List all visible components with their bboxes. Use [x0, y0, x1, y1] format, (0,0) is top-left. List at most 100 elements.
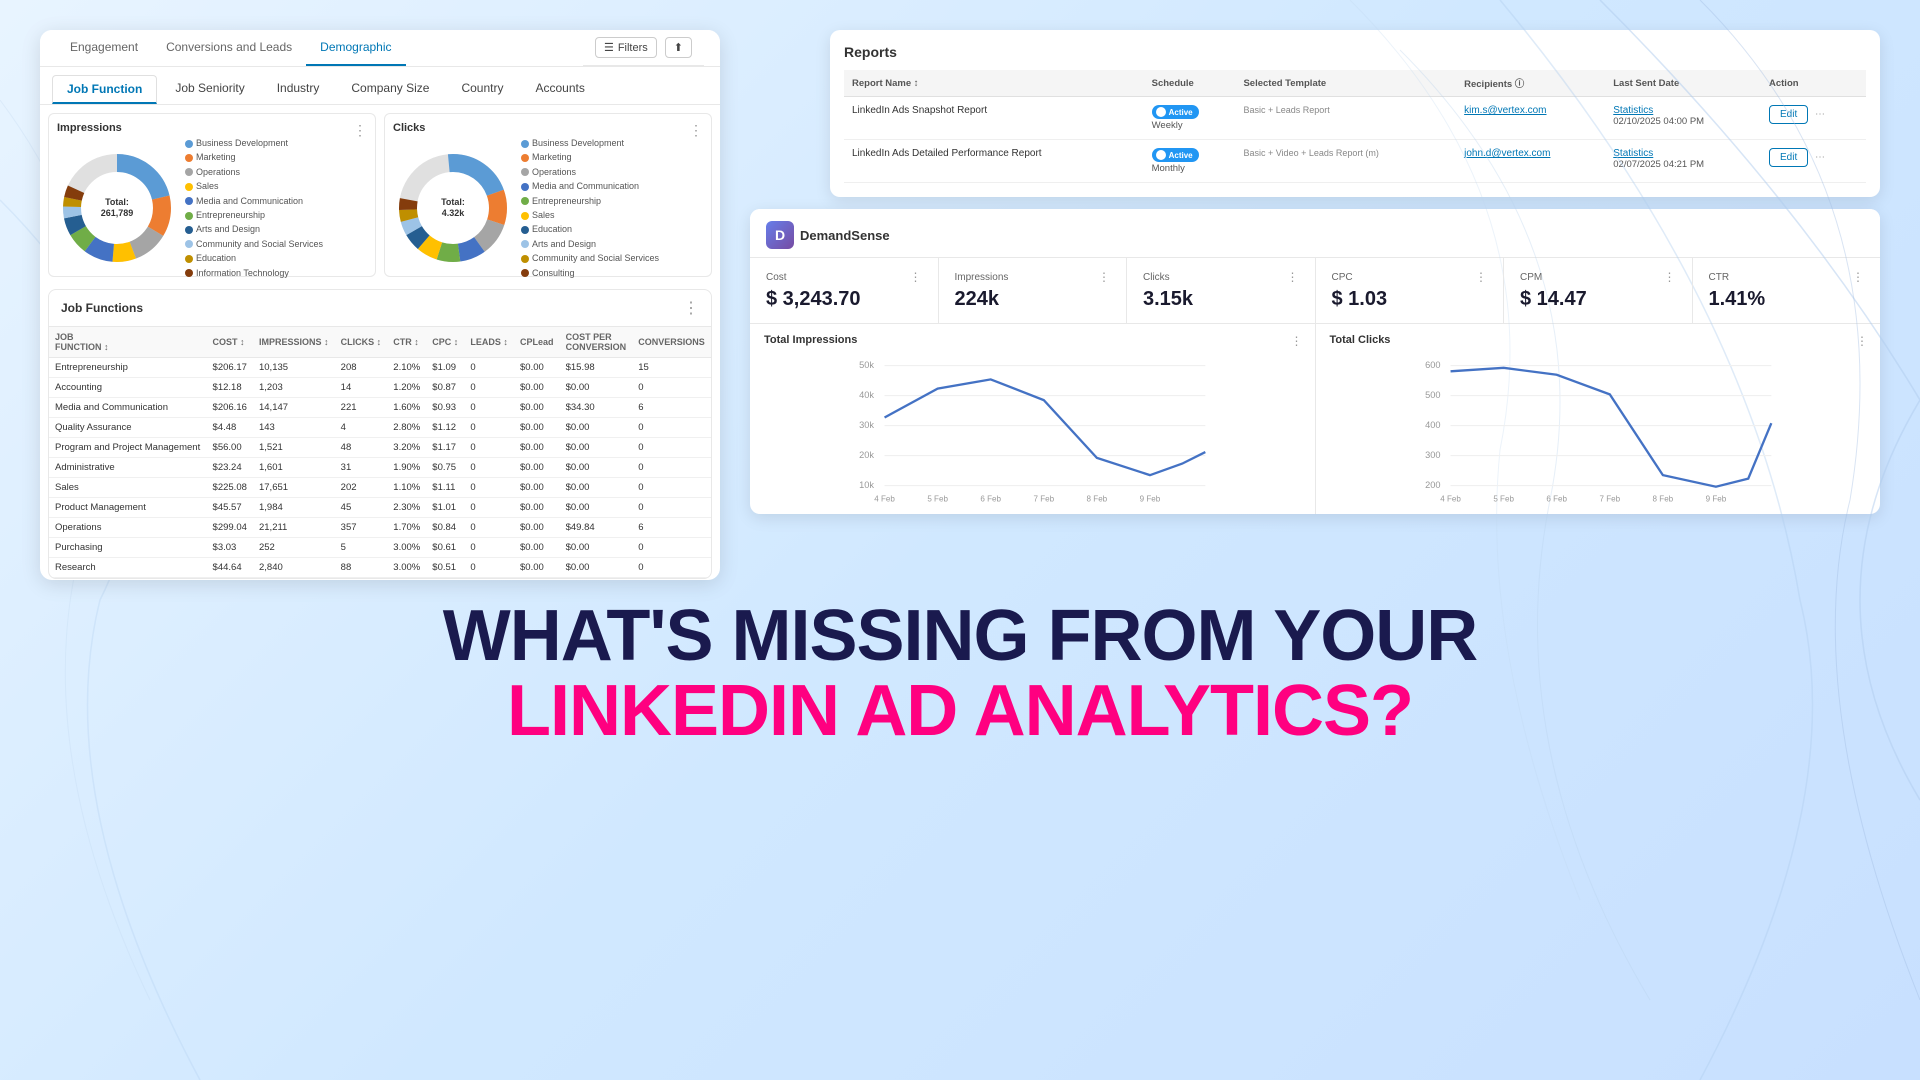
table-cell: $0.75 — [426, 458, 464, 478]
table-cell: $1.01 — [426, 498, 464, 518]
table-cell: $34.30 — [560, 398, 633, 418]
table-cell: Purchasing — [49, 538, 207, 558]
table-cell: $0.00 — [560, 538, 633, 558]
impressions-chart: Impressions ⋮ — [48, 113, 376, 277]
svg-text:40k: 40k — [859, 390, 874, 400]
metric-cpc-label: CPC — [1332, 272, 1353, 283]
table-cell: $0.00 — [514, 498, 560, 518]
report-2-name: LinkedIn Ads Detailed Performance Report — [852, 148, 1136, 159]
tab-conversions[interactable]: Conversions and Leads — [152, 30, 306, 66]
tab-demographic[interactable]: Demographic — [306, 30, 405, 66]
filters-button[interactable]: ☰ Filters — [595, 37, 657, 58]
col-template: Selected Template — [1235, 70, 1456, 97]
col-ctr: CTR ↕ — [387, 327, 426, 358]
table-row: Entrepreneurship$206.1710,1352082.10%$1.… — [49, 358, 711, 378]
table-cell: $0.84 — [426, 518, 464, 538]
table-cell: $49.84 — [560, 518, 633, 538]
table-cell: $0.00 — [514, 458, 560, 478]
table-cell: 0 — [464, 558, 514, 578]
table-row: Sales$225.0817,6512021.10%$1.110$0.00$0.… — [49, 478, 711, 498]
metric-cpm-more[interactable]: ⋮ — [1664, 270, 1676, 284]
svg-text:200: 200 — [1425, 480, 1440, 490]
table-cell: 0 — [464, 498, 514, 518]
metric-impressions: Impressions ⋮ 224k — [939, 258, 1128, 323]
table-cell: $0.00 — [514, 558, 560, 578]
sub-tab-job-seniority[interactable]: Job Seniority — [161, 75, 258, 104]
table-cell: 15 — [632, 358, 711, 378]
report-1-recipient[interactable]: kim.s@vertex.com — [1464, 105, 1597, 116]
clicks-more-button[interactable]: ⋮ — [689, 122, 703, 139]
table-cell: 88 — [335, 558, 388, 578]
table-cell: Operations — [49, 518, 207, 538]
table-cell: $15.98 — [560, 358, 633, 378]
report-1-edit-button[interactable]: Edit — [1769, 105, 1808, 124]
table-cell: 357 — [335, 518, 388, 538]
report-2-statistics[interactable]: Statistics — [1613, 148, 1753, 159]
metric-cpc: CPC ⋮ $ 1.03 — [1316, 258, 1505, 323]
svg-text:8 Feb: 8 Feb — [1652, 495, 1673, 504]
table-cell: 202 — [335, 478, 388, 498]
table-cell: $206.17 — [207, 358, 253, 378]
report-1-status-badge[interactable]: Active — [1152, 105, 1199, 119]
reports-panel: Reports Report Name ↕ Schedule Selected … — [830, 30, 1880, 197]
total-impressions-chart: Total Impressions ⋮ 50k 40k 30k 20k 10k — [750, 324, 1316, 514]
impressions-donut-chart: Total: 261,789 — [57, 148, 177, 268]
table-cell: 14 — [335, 378, 388, 398]
svg-text:4 Feb: 4 Feb — [1440, 495, 1461, 504]
table-cell: 0 — [632, 438, 711, 458]
report-2-more-button[interactable]: ⋯ — [1815, 152, 1825, 163]
metric-clicks-more[interactable]: ⋮ — [1287, 270, 1299, 284]
job-functions-more-button[interactable]: ⋮ — [683, 298, 699, 318]
table-row: Operations$299.0421,2113571.70%$0.840$0.… — [49, 518, 711, 538]
report-2-recipient[interactable]: john.d@vertex.com — [1464, 148, 1597, 159]
sub-tab-country[interactable]: Country — [447, 75, 517, 104]
table-cell: $0.87 — [426, 378, 464, 398]
total-clicks-more[interactable]: ⋮ — [1856, 334, 1868, 348]
table-cell: $0.00 — [514, 538, 560, 558]
metric-clicks: Clicks ⋮ 3.15k — [1127, 258, 1316, 323]
tab-engagement[interactable]: Engagement — [56, 30, 152, 66]
report-row-1: LinkedIn Ads Snapshot Report Active Week… — [844, 97, 1866, 140]
ds-logo-icon: D — [766, 221, 794, 249]
report-1-more-button[interactable]: ⋯ — [1815, 109, 1825, 120]
metric-cost-more[interactable]: ⋮ — [910, 270, 922, 284]
sub-tab-company-size[interactable]: Company Size — [337, 75, 443, 104]
table-cell: 1.10% — [387, 478, 426, 498]
ds-logo-text: DemandSense — [800, 228, 890, 243]
sub-tab-industry[interactable]: Industry — [263, 75, 334, 104]
impressions-more-button[interactable]: ⋮ — [353, 122, 367, 139]
sub-tabs-row: Job Function Job Seniority Industry Comp… — [40, 67, 720, 105]
metric-cpc-more[interactable]: ⋮ — [1475, 270, 1487, 284]
table-cell: $0.00 — [514, 418, 560, 438]
clicks-line-chart: 600 500 400 300 200 4 F — [1330, 354, 1867, 504]
metric-clicks-value: 3.15k — [1143, 288, 1299, 311]
table-cell: 208 — [335, 358, 388, 378]
table-cell: $299.04 — [207, 518, 253, 538]
svg-text:5 Feb: 5 Feb — [927, 495, 948, 504]
metric-cpm-label: CPM — [1520, 272, 1542, 283]
table-cell: 1.70% — [387, 518, 426, 538]
svg-text:5 Feb: 5 Feb — [1493, 495, 1514, 504]
job-functions-table: JOBFUNCTION ↕ COST ↕ IMPRESSIONS ↕ CLICK… — [49, 327, 711, 578]
table-cell: 221 — [335, 398, 388, 418]
metric-impressions-more[interactable]: ⋮ — [1098, 270, 1110, 284]
total-impressions-more[interactable]: ⋮ — [1291, 334, 1303, 348]
svg-text:10k: 10k — [859, 480, 874, 490]
sub-tab-job-function[interactable]: Job Function — [52, 75, 157, 104]
sub-tab-accounts[interactable]: Accounts — [521, 75, 598, 104]
report-2-status-badge[interactable]: Active — [1152, 148, 1199, 162]
table-cell: $1.12 — [426, 418, 464, 438]
share-button[interactable]: ⬆ — [665, 37, 692, 58]
table-cell: 6 — [632, 398, 711, 418]
metric-ctr-more[interactable]: ⋮ — [1852, 270, 1864, 284]
report-2-edit-button[interactable]: Edit — [1769, 148, 1808, 167]
svg-text:7 Feb: 7 Feb — [1599, 495, 1620, 504]
metric-cost: Cost ⋮ $ 3,243.70 — [750, 258, 939, 323]
svg-text:Total:: Total: — [441, 197, 465, 207]
table-cell: $12.18 — [207, 378, 253, 398]
table-cell: $0.93 — [426, 398, 464, 418]
table-cell: 17,651 — [253, 478, 335, 498]
report-1-statistics[interactable]: Statistics — [1613, 105, 1753, 116]
col-cost-per-conversion: COST PERCONVERSION — [560, 327, 633, 358]
table-cell: 0 — [464, 538, 514, 558]
